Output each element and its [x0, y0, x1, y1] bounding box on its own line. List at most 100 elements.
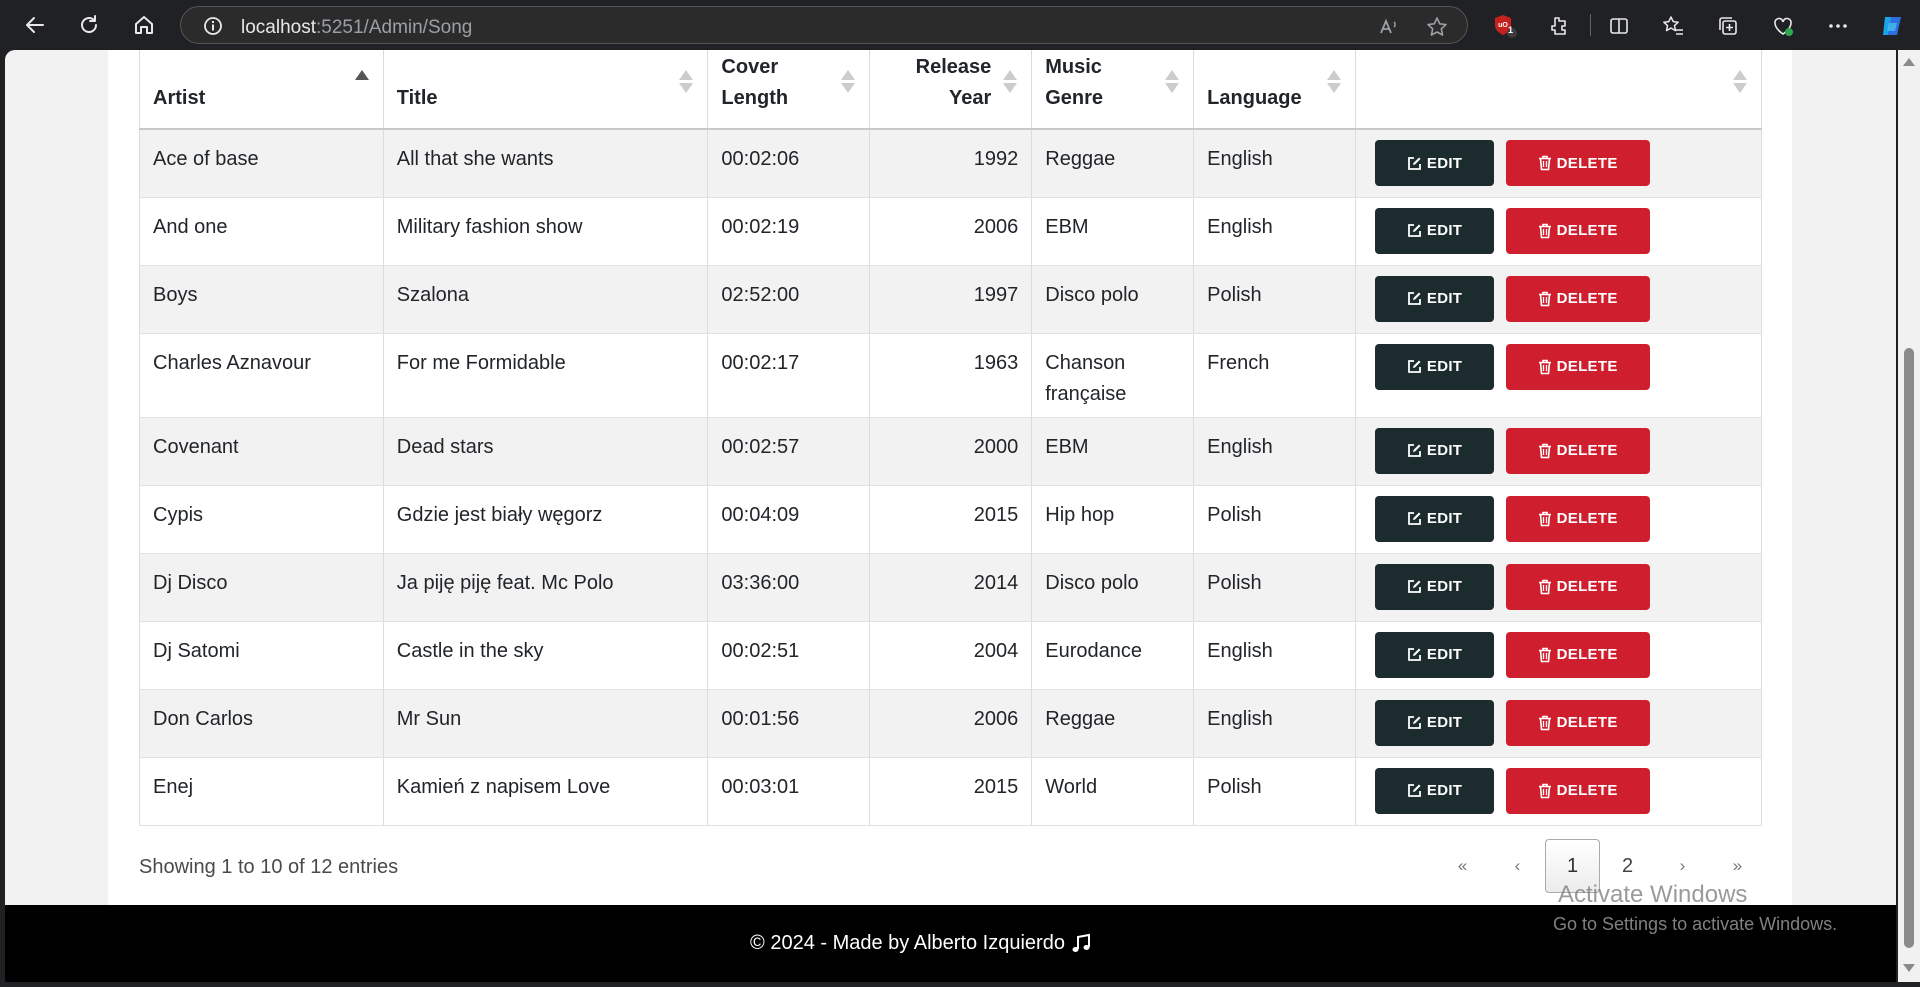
cell-music-genre: Hip hop [1031, 485, 1195, 554]
address-bar[interactable]: localhost:5251/Admin/Song [180, 6, 1468, 44]
music-note-icon [1071, 933, 1091, 955]
delete-button[interactable]: DELETE [1505, 631, 1650, 678]
more-menu-icon[interactable] [1824, 12, 1852, 40]
cell-language: English [1193, 129, 1357, 198]
delete-button[interactable]: DELETE [1505, 563, 1650, 610]
delete-button[interactable]: DELETE [1505, 343, 1650, 390]
edit-icon [1407, 291, 1422, 306]
cell-language: Polish [1193, 265, 1357, 334]
edit-button[interactable]: EDIT [1375, 767, 1495, 814]
scroll-up-arrow-icon[interactable] [1903, 58, 1915, 66]
edit-button[interactable]: EDIT [1375, 631, 1495, 678]
content-card: Artist Title Cover Length Release Year Mus… [108, 50, 1792, 905]
ublock-extension-icon[interactable]: uO 1 [1491, 12, 1519, 40]
trash-icon [1538, 783, 1552, 799]
cell-music-genre: Reggae [1031, 129, 1195, 198]
scrollbar-thumb[interactable] [1904, 348, 1914, 948]
trash-icon [1538, 511, 1552, 527]
extensions-puzzle-icon[interactable] [1544, 12, 1572, 40]
footer-text: © 2024 - Made by Alberto Izquierdo [750, 932, 1065, 954]
cell-actions: EDIT DELETE [1355, 553, 1762, 622]
delete-button[interactable]: DELETE [1505, 140, 1650, 186]
edit-icon [1407, 579, 1422, 594]
first-page-button[interactable]: « [1435, 839, 1490, 893]
trash-icon [1538, 359, 1552, 375]
cell-cover-length: 00:01:56 [707, 689, 871, 758]
cell-actions: EDIT DELETE [1355, 265, 1762, 334]
header-release-year[interactable]: Release Year [869, 50, 1033, 130]
trash-icon [1538, 579, 1552, 595]
edit-button[interactable]: EDIT [1375, 563, 1495, 610]
site-info-icon[interactable] [203, 16, 223, 36]
sort-icon [1165, 70, 1180, 94]
favorites-icon[interactable] [1659, 12, 1687, 40]
header-music-genre[interactable]: Music Genre [1031, 50, 1195, 130]
split-screen-icon[interactable] [1605, 12, 1633, 40]
header-language[interactable]: Language [1193, 50, 1357, 130]
delete-button[interactable]: DELETE [1505, 767, 1650, 814]
edit-button[interactable]: EDIT [1375, 275, 1495, 322]
cell-cover-length: 00:02:51 [707, 621, 871, 690]
collections-icon[interactable] [1714, 12, 1742, 40]
delete-button[interactable]: DELETE [1505, 495, 1650, 542]
header-cover-length[interactable]: Cover Length [707, 50, 871, 130]
sort-icon [1733, 70, 1747, 94]
cell-artist: Boys [139, 265, 384, 334]
cell-release-year: 2006 [869, 689, 1033, 758]
table-row: Dj Disco Ja piję piję feat. Mc Polo 03:3… [139, 553, 1762, 622]
cell-title: Dead stars [383, 417, 709, 486]
cell-title: Ja piję piję feat. Mc Polo [383, 553, 709, 622]
edit-button[interactable]: EDIT [1375, 699, 1495, 746]
cell-language: French [1193, 333, 1357, 418]
refresh-button[interactable] [73, 9, 105, 41]
cell-release-year: 1963 [869, 333, 1033, 418]
scroll-down-arrow-icon[interactable] [1903, 964, 1915, 972]
cell-artist: And one [139, 197, 384, 266]
cell-language: English [1193, 689, 1357, 758]
table-header-row: Artist Title Cover Length Release Year Mus… [139, 50, 1762, 130]
home-button[interactable] [128, 9, 160, 41]
toolbar-divider [1590, 14, 1591, 36]
edit-button[interactable]: EDIT [1375, 140, 1495, 186]
cell-artist: Dj Disco [139, 553, 384, 622]
delete-button[interactable]: DELETE [1505, 427, 1650, 474]
browser-essentials-icon[interactable] [1769, 12, 1797, 40]
table-row: Covenant Dead stars 00:02:57 2000 EBM En… [139, 417, 1762, 486]
edit-icon [1407, 156, 1422, 171]
copilot-icon[interactable] [1878, 12, 1906, 40]
header-title[interactable]: Title [383, 50, 709, 130]
cell-cover-length: 03:36:00 [707, 553, 871, 622]
cell-music-genre: Chanson française [1031, 333, 1195, 418]
edit-icon [1407, 511, 1422, 526]
header-actions[interactable] [1355, 50, 1762, 130]
cell-title: Military fashion show [383, 197, 709, 266]
edit-button[interactable]: EDIT [1375, 495, 1495, 542]
edit-button[interactable]: EDIT [1375, 207, 1495, 254]
entries-info: Showing 1 to 10 of 12 entries [139, 856, 399, 878]
delete-button[interactable]: DELETE [1505, 207, 1650, 254]
sort-icon [841, 70, 856, 94]
cell-release-year: 2015 [869, 757, 1033, 826]
cell-release-year: 2000 [869, 417, 1033, 486]
read-aloud-icon[interactable] [1378, 16, 1400, 38]
delete-button[interactable]: DELETE [1505, 275, 1650, 322]
back-arrow-icon [26, 17, 44, 33]
sort-icon [1327, 70, 1342, 94]
edit-button[interactable]: EDIT [1375, 343, 1495, 390]
cell-artist: Don Carlos [139, 689, 384, 758]
vertical-scrollbar[interactable] [1898, 50, 1920, 982]
header-artist[interactable]: Artist [139, 50, 384, 130]
sort-icon [1003, 70, 1018, 94]
cell-actions: EDIT DELETE [1355, 485, 1762, 554]
back-button[interactable] [19, 9, 51, 41]
trash-icon [1538, 443, 1552, 459]
previous-page-button[interactable]: ‹ [1490, 839, 1545, 893]
cell-artist: Dj Satomi [139, 621, 384, 690]
cell-language: Polish [1193, 757, 1357, 826]
edit-button[interactable]: EDIT [1375, 427, 1495, 474]
favorite-star-icon[interactable] [1426, 16, 1448, 38]
cell-music-genre: World [1031, 757, 1195, 826]
page-viewport: Artist Title Cover Length Release Year Mus… [5, 50, 1896, 982]
delete-button[interactable]: DELETE [1505, 699, 1650, 746]
url-text[interactable]: localhost:5251/Admin/Song [241, 17, 472, 39]
